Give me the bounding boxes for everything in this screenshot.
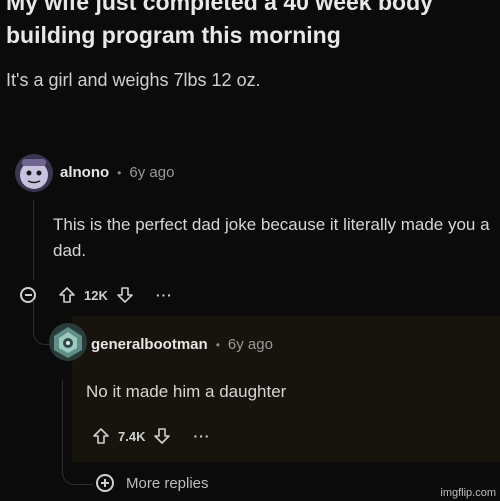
more-replies-label[interactable]: More replies <box>126 475 209 492</box>
reply-actions: 7.4K ··· <box>92 424 210 448</box>
arrow-down-icon[interactable] <box>153 427 171 445</box>
arrow-down-icon[interactable] <box>116 286 134 304</box>
avatar[interactable] <box>14 153 54 193</box>
reply-text: No it made him a daughter <box>86 382 287 401</box>
thread-branch <box>62 380 93 485</box>
thread-line <box>33 200 34 280</box>
avatar[interactable] <box>48 322 88 362</box>
arrow-up-icon[interactable] <box>58 286 76 304</box>
plus-circle-icon[interactable] <box>96 474 114 492</box>
vote-score: 7.4K <box>118 428 146 444</box>
vote-score: 12K <box>84 287 108 303</box>
separator: • <box>117 165 122 180</box>
more-replies-button[interactable]: More replies <box>96 474 209 492</box>
more-options-button[interactable]: ··· <box>156 287 173 303</box>
timestamp: 6y ago <box>129 164 175 181</box>
post-title[interactable]: My wife just completed a 40 week body bu… <box>6 0 496 52</box>
more-options-button[interactable]: ··· <box>193 428 210 444</box>
arrow-up-icon[interactable] <box>92 427 110 445</box>
watermark: imgflip.com <box>440 487 496 499</box>
username[interactable]: alnono <box>60 164 109 181</box>
comment-text: This is the perfect dad joke because it … <box>53 215 490 260</box>
timestamp: 6y ago <box>227 336 273 353</box>
reply-meta: generalbootman • 6y ago <box>91 336 273 353</box>
comment-meta: alnono • 6y ago <box>60 164 174 181</box>
separator: • <box>215 337 220 352</box>
post-body: It's a girl and weighs 7lbs 12 oz. <box>6 70 261 90</box>
username[interactable]: generalbootman <box>91 336 208 353</box>
